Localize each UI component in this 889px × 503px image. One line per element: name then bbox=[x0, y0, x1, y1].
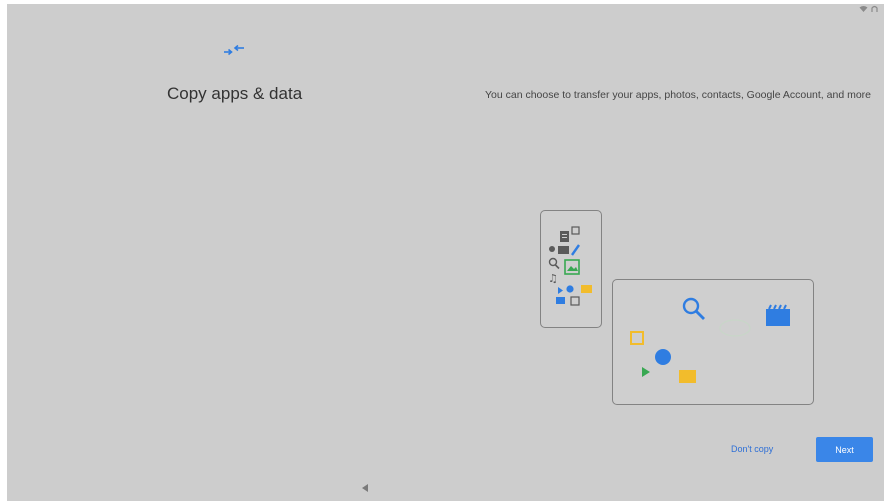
video-icon bbox=[556, 297, 565, 304]
play-icon bbox=[558, 287, 563, 294]
search-icon bbox=[682, 297, 705, 320]
page-title: Copy apps & data bbox=[167, 84, 303, 103]
transfer-arrows-icon bbox=[224, 44, 244, 56]
contact-card-icon bbox=[570, 296, 580, 306]
dont-copy-button[interactable]: Don't copy bbox=[725, 440, 779, 458]
next-button[interactable]: Next bbox=[816, 437, 873, 462]
calendar-icon bbox=[571, 226, 580, 235]
folder-icon bbox=[581, 285, 592, 293]
status-bar bbox=[859, 5, 878, 13]
gear-icon bbox=[655, 349, 671, 365]
tablet-illustration bbox=[612, 279, 814, 405]
folder-icon bbox=[679, 370, 696, 383]
clapperboard-icon bbox=[766, 304, 790, 326]
mail-icon bbox=[558, 246, 569, 254]
cloud-icon bbox=[719, 319, 751, 337]
settings-icon bbox=[549, 246, 555, 252]
calendar-icon bbox=[630, 331, 644, 345]
image-icon bbox=[564, 259, 580, 275]
music-icon: ♫ bbox=[548, 272, 558, 285]
phone-illustration: ♫ bbox=[540, 210, 602, 328]
document-icon bbox=[560, 231, 569, 242]
search-icon bbox=[548, 257, 560, 270]
battery-icon bbox=[871, 5, 878, 12]
page-description: You can choose to transfer your apps, ph… bbox=[484, 89, 872, 101]
back-triangle-icon[interactable] bbox=[360, 483, 370, 493]
play-icon bbox=[642, 367, 650, 377]
pencil-icon bbox=[571, 244, 580, 256]
wifi-icon bbox=[859, 6, 868, 12]
setup-screen: Copy apps & data You can choose to trans… bbox=[7, 4, 884, 501]
gear-icon bbox=[566, 285, 574, 293]
